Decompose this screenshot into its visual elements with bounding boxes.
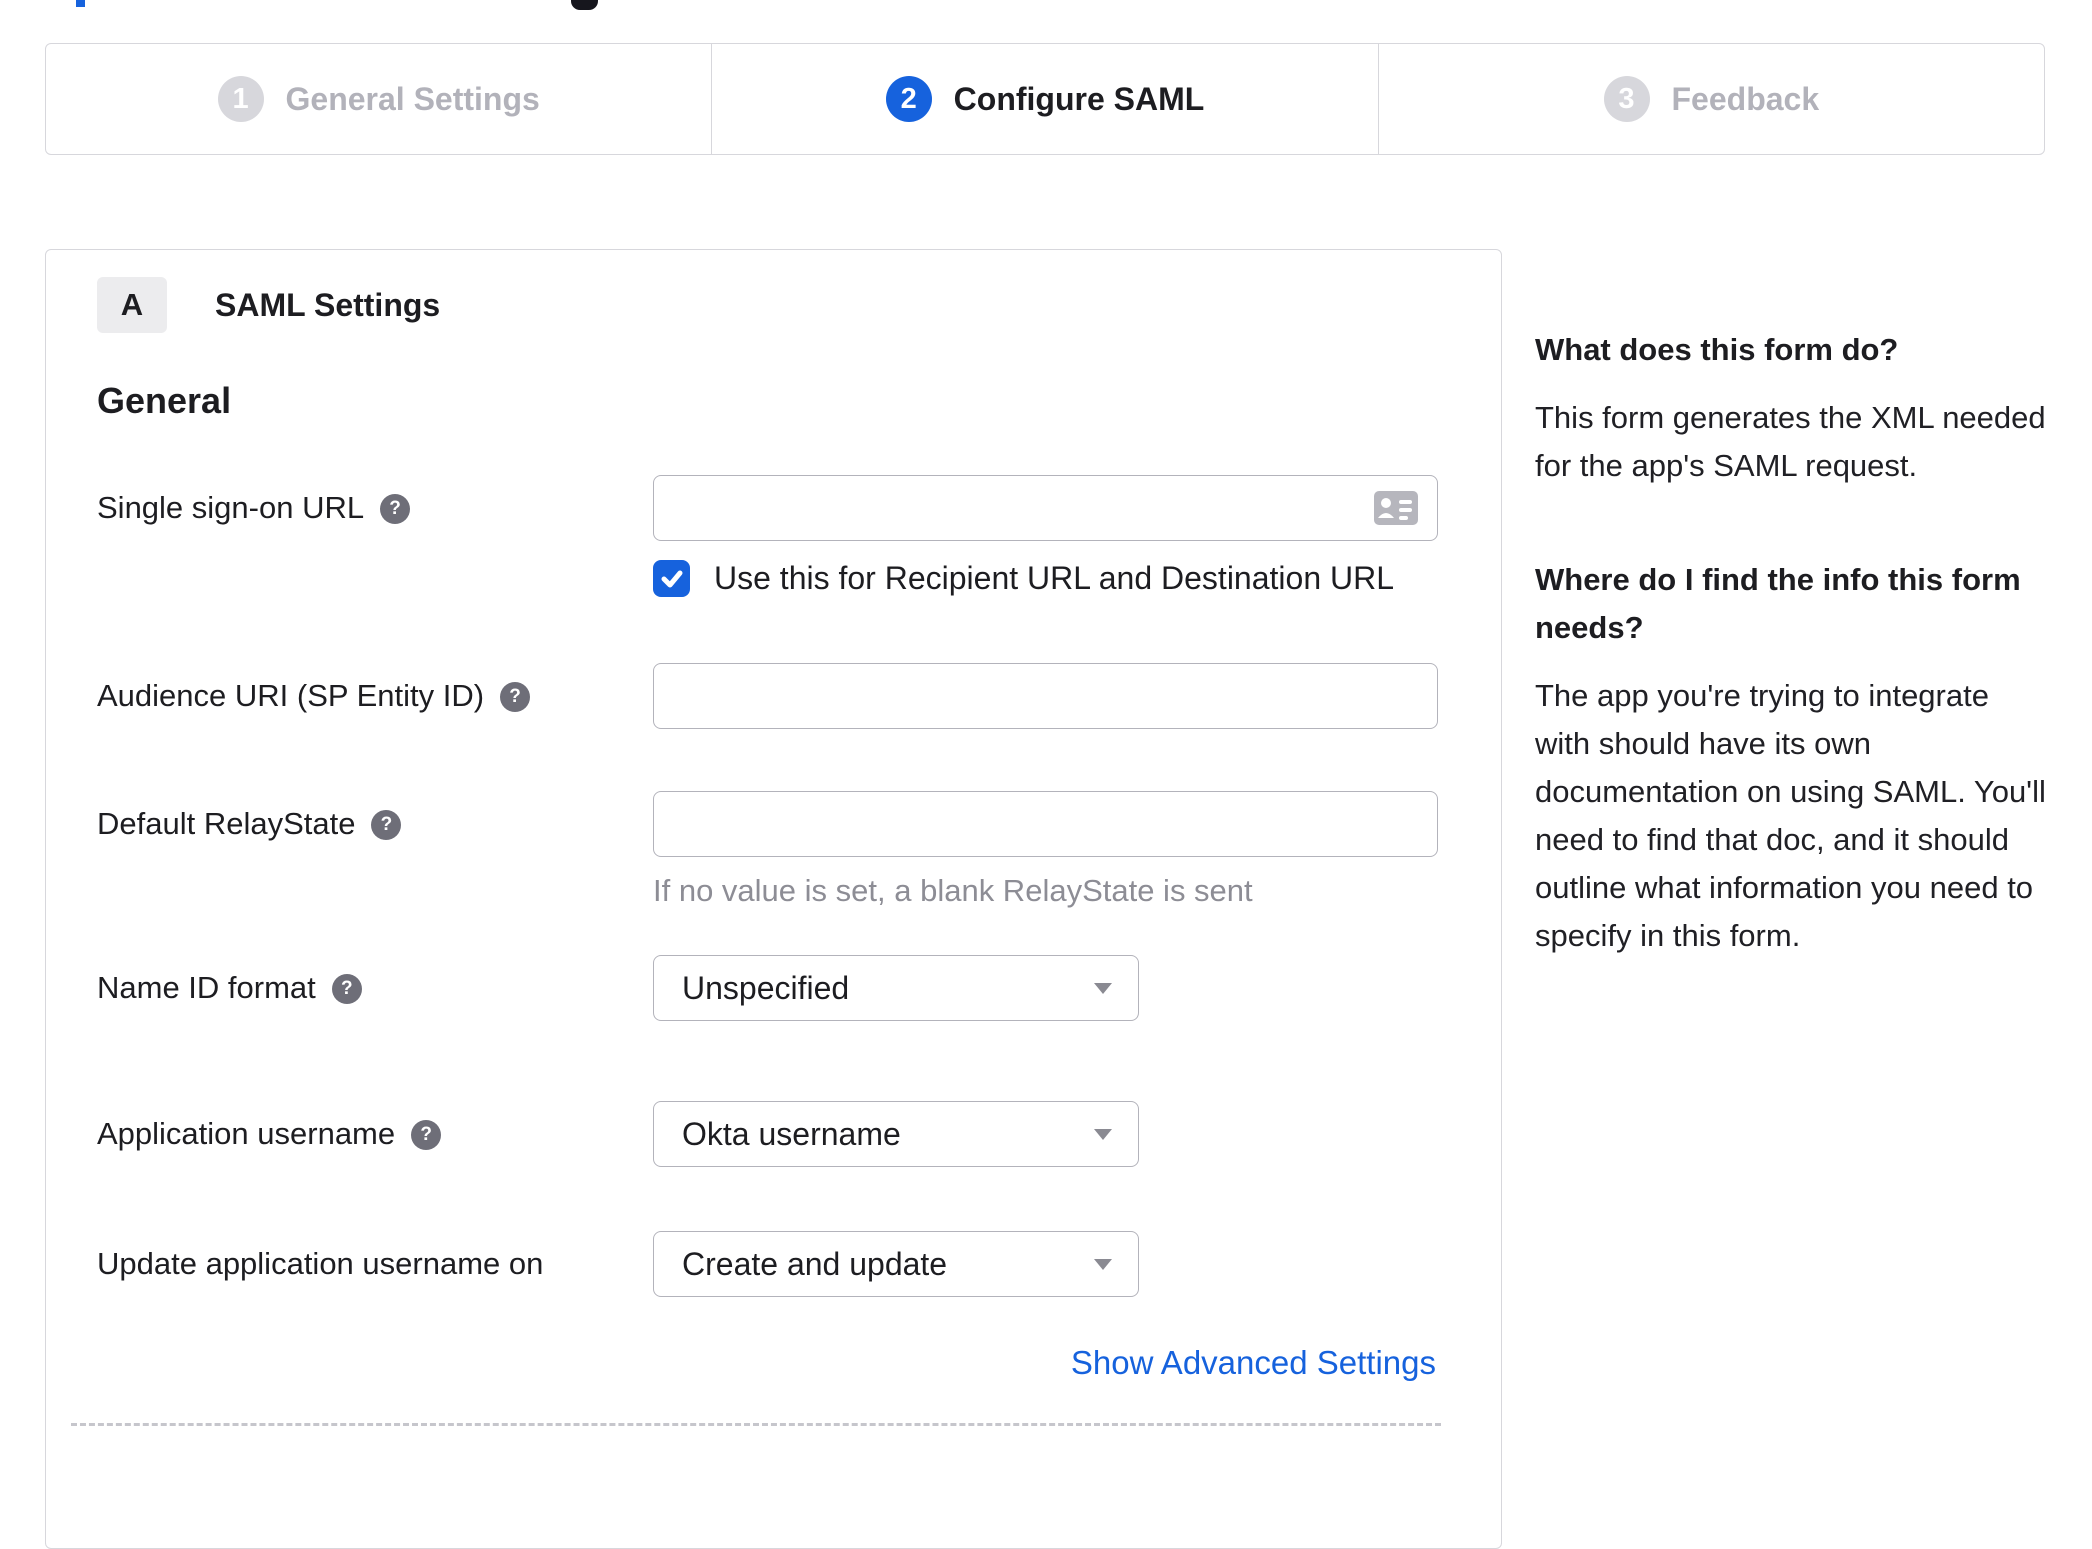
step-number-badge: 3 [1603, 76, 1650, 122]
step-number-badge: 2 [885, 76, 932, 122]
sso-label: Single sign-on URL [97, 490, 365, 525]
audience-label: Audience URI (SP Entity ID) [97, 678, 485, 713]
caret-down-icon [1094, 1258, 1112, 1270]
nameid-format-value: Unspecified [682, 969, 850, 1006]
step-label: Feedback [1671, 80, 1820, 117]
caret-down-icon [1094, 1128, 1112, 1140]
title-icon-fragment [571, 0, 598, 10]
help-icon[interactable]: ? [371, 810, 402, 840]
recipient-url-checkbox-row: Use this for Recipient URL and Destinati… [653, 560, 1438, 597]
panel-title: SAML Settings [215, 286, 441, 323]
sso-url-input[interactable] [653, 475, 1438, 541]
sidebar-heading: What does this form do? [1535, 332, 1899, 367]
step-number-badge: 1 [217, 76, 264, 122]
help-sidebar: What does this form do? This form genera… [1535, 326, 2047, 1026]
application-username-value: Okta username [682, 1115, 901, 1152]
relaystate-input[interactable] [653, 791, 1438, 857]
caret-down-icon [1094, 982, 1112, 994]
field-row-updateusername: Update application username on Create an… [97, 1231, 1436, 1297]
update-username-select[interactable]: Create and update [653, 1231, 1139, 1297]
sso-label-group: Single sign-on URL ? [97, 475, 653, 597]
checkmark-icon [661, 570, 682, 587]
step-label: Configure SAML [953, 80, 1205, 117]
sidebar-body: This form generates the XML needed for t… [1535, 400, 2046, 483]
relaystate-label: Default RelayState [97, 806, 356, 841]
application-username-select[interactable]: Okta username [653, 1101, 1139, 1167]
audience-label-group: Audience URI (SP Entity ID) ? [97, 663, 653, 729]
field-row-appusername: Application username ? Okta username [97, 1101, 1436, 1167]
help-icon[interactable]: ? [500, 682, 531, 712]
section-a-badge: A [97, 277, 167, 333]
appusername-label: Application username [97, 1116, 396, 1151]
step-feedback[interactable]: 3 Feedback [1377, 44, 2044, 154]
nameid-label-group: Name ID format ? [97, 955, 653, 1021]
contact-card-icon[interactable] [1374, 491, 1418, 530]
relaystate-hint: If no value is set, a blank RelayState i… [653, 873, 1253, 908]
help-icon[interactable]: ? [331, 974, 362, 1004]
audience-uri-input[interactable] [653, 663, 1438, 729]
updateusername-label-group: Update application username on [97, 1231, 653, 1297]
updateusername-label: Update application username on [97, 1246, 544, 1281]
step-label: General Settings [285, 80, 540, 117]
recipient-url-checkbox[interactable] [653, 560, 690, 597]
appusername-label-group: Application username ? [97, 1101, 653, 1167]
step-general-settings[interactable]: 1 General Settings [46, 44, 711, 154]
field-row-audience: Audience URI (SP Entity ID) ? [97, 663, 1438, 729]
wizard-stepper: 1 General Settings 2 Configure SAML 3 Fe… [45, 43, 2045, 155]
update-username-value: Create and update [682, 1245, 948, 1282]
help-icon[interactable]: ? [380, 494, 411, 524]
page-title-fragment [76, 0, 85, 7]
show-advanced-settings-link[interactable]: Show Advanced Settings [1071, 1344, 1436, 1381]
field-row-sso: Single sign-on URL ? Use this for Recipi… [97, 475, 1438, 597]
nameid-format-select[interactable]: Unspecified [653, 955, 1139, 1021]
field-row-nameid: Name ID format ? Unspecified [97, 955, 1436, 1021]
general-section-heading: General [97, 380, 232, 421]
sidebar-body: The app you're trying to integrate with … [1535, 678, 2046, 953]
relaystate-label-group: Default RelayState ? [97, 791, 653, 909]
recipient-url-checkbox-label: Use this for Recipient URL and Destinati… [714, 560, 1395, 596]
sidebar-heading: Where do I find the info this form needs… [1535, 562, 2021, 645]
step-configure-saml[interactable]: 2 Configure SAML [711, 44, 1377, 154]
help-icon[interactable]: ? [411, 1120, 442, 1150]
field-row-relaystate: Default RelayState ? If no value is set,… [97, 791, 1438, 909]
nameid-label: Name ID format [97, 970, 316, 1005]
panel-header: A SAML Settings [97, 277, 1436, 333]
saml-settings-panel: A SAML Settings General Single sign-on U… [45, 249, 1502, 1549]
